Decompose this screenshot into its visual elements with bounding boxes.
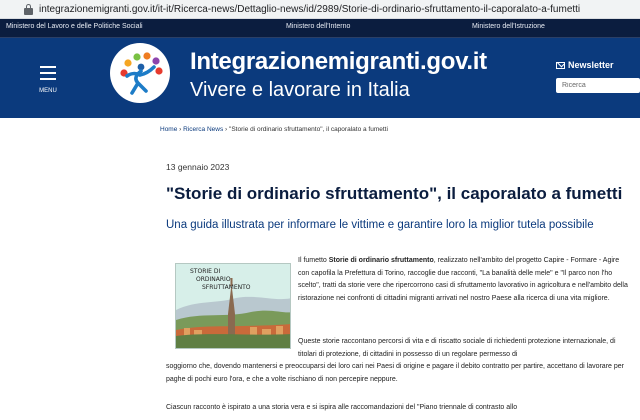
hamburger-icon: [40, 66, 56, 68]
breadcrumb-home[interactable]: Home: [160, 126, 177, 133]
breadcrumb-ricerca-news[interactable]: Ricerca News: [183, 126, 223, 133]
ministry-link-istruzione[interactable]: Ministero dell'Istruzione: [472, 23, 545, 30]
breadcrumb-current: "Storie di ordinario sfruttamento", il c…: [229, 126, 388, 133]
juggler-logo-icon: [120, 52, 163, 95]
article-paragraph-1: Il fumetto Storie di ordinario sfruttame…: [298, 257, 628, 302]
ministry-link-interno[interactable]: Ministero dell'Interno: [286, 23, 350, 30]
newsletter-label: Newsletter: [568, 60, 614, 70]
breadcrumb-separator: ›: [179, 126, 182, 133]
article-paragraph-2-continued: soggiorno che, dovendo mantenersi e preo…: [166, 363, 624, 383]
site-subtitle: Vivere e lavorare in Italia: [190, 79, 410, 101]
comic-cover-image: STORIE DI ORDINARIO SFRUTTAMENTO: [175, 263, 291, 349]
breadcrumb: Home › Ricerca News › "Storie di ordinar…: [160, 126, 388, 133]
article-paragraph-3: Ciascun racconto è ispirato a una storia…: [166, 404, 518, 411]
article-date: 13 gennaio 2023: [166, 162, 230, 172]
newsletter-link[interactable]: Newsletter: [556, 60, 614, 70]
ministry-link-lavoro[interactable]: Ministero del Lavoro e delle Politiche S…: [6, 23, 143, 30]
ministries-bar: Ministero del Lavoro e delle Politiche S…: [0, 19, 640, 38]
site-title[interactable]: Integrazionemigranti.gov.it: [190, 48, 487, 76]
envelope-icon: [556, 61, 565, 69]
lock-icon: [24, 3, 33, 15]
comic-cover-caption: STORIE DI ORDINARIO SFRUTTAMENTO: [190, 268, 251, 291]
comic-title-bold: Storie di ordinario sfruttamento: [328, 257, 434, 264]
menu-button[interactable]: MENU: [30, 58, 66, 98]
browser-address-bar[interactable]: integrazionemigranti.gov.it/it-it/Ricerc…: [0, 0, 640, 19]
article-subtitle: Una guida illustrata per informare le vi…: [166, 219, 594, 231]
search-input[interactable]: [556, 78, 640, 93]
site-header: MENU Integrazionemigranti.gov.it Vivere …: [0, 38, 640, 118]
url-text[interactable]: integrazionemigranti.gov.it/it-it/Ricerc…: [39, 4, 580, 15]
site-logo[interactable]: [110, 43, 170, 103]
breadcrumb-separator: ›: [225, 126, 228, 133]
article-title: "Storie di ordinario sfruttamento", il c…: [166, 184, 623, 203]
article-paragraph-2-start: Queste storie raccontano percorsi di vit…: [298, 338, 616, 358]
menu-label: MENU: [39, 88, 57, 94]
